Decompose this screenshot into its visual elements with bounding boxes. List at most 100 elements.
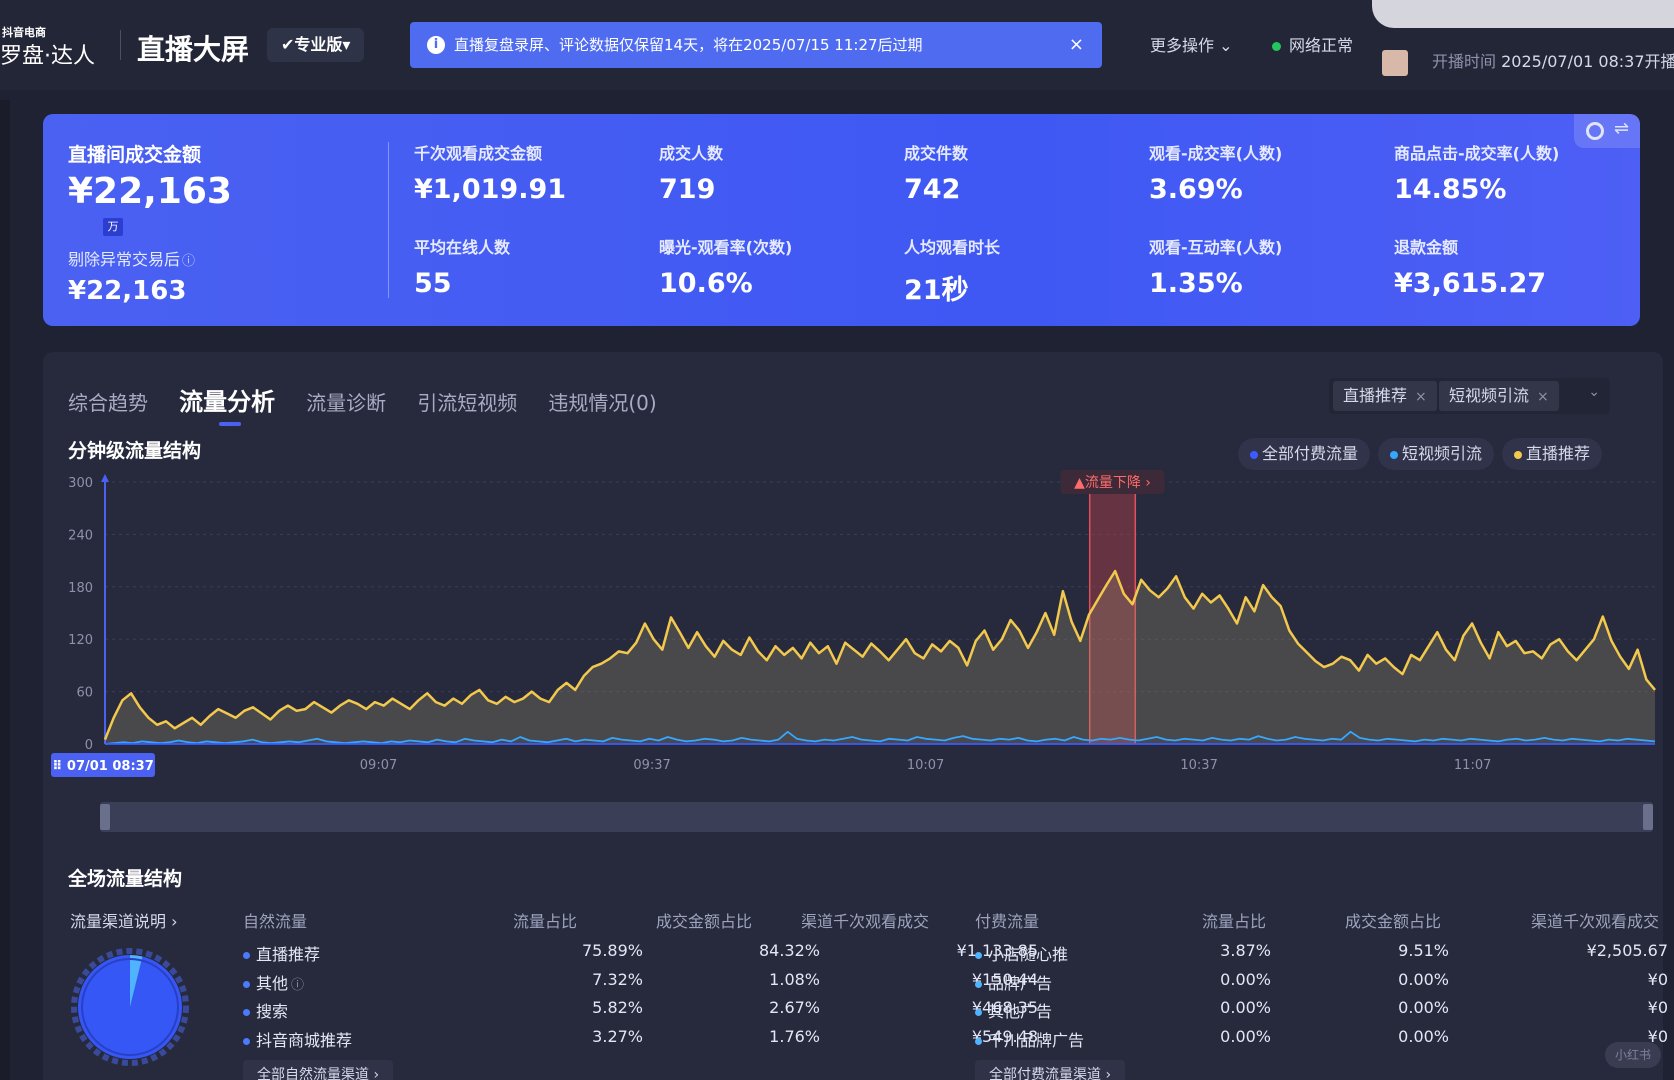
kpi-label: 退款金额 <box>1394 238 1459 257</box>
traffic-donut-chart <box>71 948 189 1066</box>
kpi-label: 成交件数 <box>904 144 969 163</box>
gear-icon[interactable] <box>1586 122 1604 140</box>
x-tick-label: 10:07 <box>907 758 944 773</box>
traffic-share: 75.89% <box>581 941 643 960</box>
y-tick-label: 0 <box>85 738 93 753</box>
gmv-share: 84.32% <box>758 941 820 960</box>
bullet-icon <box>975 981 982 988</box>
kpi-interaction-rate: 观看-互动率(人数) 1.35% <box>1149 234 1282 299</box>
kpi-label: 成交人数 <box>659 144 724 163</box>
table-row[interactable]: 其他广告 0.00% 0.00% ¥0 <box>975 998 1668 1022</box>
traffic-share: 3.27% <box>592 1027 643 1046</box>
caret-down-icon: ▾ <box>342 35 351 54</box>
gmv-share: 0.00% <box>1398 970 1449 989</box>
all-paid-channels-button[interactable]: 全部付费流量渠道 › <box>975 1060 1126 1080</box>
table-row[interactable]: 千川品牌广告 0.00% 0.00% ¥0 <box>975 1027 1668 1051</box>
status-dot-icon <box>1272 42 1281 51</box>
channel-name: 其他 ⓘ <box>243 970 304 994</box>
notice-text: 直播复盘录屏、评论数据仅保留14天，将在2025/07/15 11:27后过期 <box>454 36 923 54</box>
bullet-icon <box>243 1009 250 1016</box>
tab-overall-trend[interactable]: 综合趋势 <box>68 387 148 416</box>
kpi-label: 平均在线人数 <box>414 238 511 257</box>
kpi-label: 观看-互动率(人数) <box>1149 238 1283 257</box>
live-time-label: 开播时间 <box>1432 52 1497 71</box>
channel-name-text: 其他广告 <box>988 1002 1053 1021</box>
bullet-icon <box>975 1038 982 1045</box>
kpi-exposure-watch: 曝光-观看率(次数) 10.6% <box>659 234 792 299</box>
channel-help-link[interactable]: 流量渠道说明 › <box>70 908 178 932</box>
traffic-share: 0.00% <box>1220 998 1271 1017</box>
slider-handle-start[interactable] <box>100 804 110 830</box>
channel-gpm: ¥0 <box>1647 970 1668 989</box>
column-header: 渠道千次观看成交 <box>1531 912 1660 931</box>
help-icon[interactable]: ⓘ <box>291 978 304 993</box>
bullet-icon <box>975 1009 982 1016</box>
tab-bar: 综合趋势 流量分析 流量诊断 引流短视频 违规情况(0) <box>68 382 683 426</box>
tab-violations[interactable]: 违规情况(0) <box>548 387 656 416</box>
x-tick-label: 10:37 <box>1180 758 1217 773</box>
check-icon: ✔ <box>281 35 295 54</box>
channel-name-text: 直播推荐 <box>256 945 321 964</box>
y-tick-label: 60 <box>76 686 93 701</box>
table-row[interactable]: 抖音商城推荐 3.27% 1.76% ¥549.48 <box>243 1027 1038 1051</box>
slider-handle-end[interactable] <box>1643 804 1653 830</box>
kpi-value: 10.6% <box>659 268 753 299</box>
channel-name: 搜索 <box>243 998 288 1022</box>
bullet-icon <box>243 952 250 959</box>
column-header: 成交金额占比 <box>1345 912 1442 931</box>
bullet-icon <box>243 981 250 988</box>
channel-name-text: 其他 <box>256 974 289 993</box>
table-header: 自然流量 流量占比 成交金额占比 渠道千次观看成交 <box>243 908 933 932</box>
help-icon[interactable]: ⓘ <box>182 254 195 269</box>
traffic-drop-alert: ▲流量下降 › <box>1074 475 1151 491</box>
close-icon[interactable]: × <box>1415 389 1427 405</box>
kpi-avg-duration: 人均观看时长 21秒 <box>904 234 1000 307</box>
table-row[interactable]: 搜索 5.82% 2.67% ¥468.35 <box>243 998 1038 1022</box>
column-header: 成交金额占比 <box>656 912 753 931</box>
avatar <box>1382 50 1408 76</box>
kpi-label: 商品点击-成交率(人数) <box>1394 144 1560 163</box>
gmv-label: 直播间成交金额 <box>68 144 202 166</box>
traffic-share: 3.87% <box>1220 941 1271 960</box>
version-dropdown[interactable]: ✔专业版▾ <box>267 28 365 62</box>
swap-icon[interactable]: ⇌ <box>1614 118 1629 139</box>
overall-structure-title: 全场流量结构 <box>68 868 183 890</box>
table-row[interactable]: 其他 ⓘ 7.32% 1.08% ¥150.44 <box>243 970 1038 994</box>
brand-logo-text: 罗盘·达人 <box>0 44 95 69</box>
kpi-value: ¥1,019.91 <box>414 174 567 205</box>
table-row[interactable]: 直播推荐 75.89% 84.32% ¥1,133.85 <box>243 941 1038 965</box>
kpi-value: 1.35% <box>1149 268 1243 299</box>
gmv-share: 1.08% <box>769 970 820 989</box>
kpi-tools: ⇌ <box>1574 114 1640 148</box>
tab-traffic-analysis[interactable]: 流量分析 <box>179 382 275 426</box>
all-natural-channels-button[interactable]: 全部自然流量渠道 › <box>243 1060 394 1080</box>
channel-name: 千川品牌广告 <box>975 1027 1084 1051</box>
minute-traffic-chart[interactable]: 0 60 120 180 240 300 09:07 09:37 10:07 10:37 11:07… <box>43 452 1663 782</box>
channel-gpm: ¥2,505.67 <box>1586 941 1668 960</box>
table-row[interactable]: 小店随心推 3.87% 9.51% ¥2,505.67 <box>975 941 1668 965</box>
tab-traffic-diagnosis[interactable]: 流量诊断 <box>306 387 386 416</box>
expiry-notice-banner: i 直播复盘录屏、评论数据仅保留14天，将在2025/07/15 11:27后过… <box>410 22 1102 68</box>
table-row[interactable]: 品牌广告 0.00% 0.00% ¥0 <box>975 970 1668 994</box>
blurred-area <box>1372 0 1674 28</box>
kpi-value: 55 <box>414 268 452 299</box>
close-icon[interactable]: × <box>1537 389 1549 405</box>
bullet-icon <box>975 952 982 959</box>
time-range-slider[interactable] <box>100 802 1653 832</box>
analysis-panel: 综合趋势 流量分析 流量诊断 引流短视频 违规情况(0) 直播推荐 × 短视频引流… <box>43 352 1668 1080</box>
tab-short-video[interactable]: 引流短视频 <box>417 387 517 416</box>
kpi-value: 3.69% <box>1149 174 1243 205</box>
kpi-value: 719 <box>659 174 716 205</box>
kpi-label: 千次观看成交金额 <box>414 144 543 163</box>
channel-filter-select[interactable]: 直播推荐 × 短视频引流 × ⌄ <box>1329 378 1610 414</box>
x-tick-label: 11:07 <box>1454 758 1491 773</box>
live-start-time: 开播时间 2025/07/01 08:37开播, <box>1432 48 1674 72</box>
gmv-share: 0.00% <box>1398 1027 1449 1046</box>
chevron-down-icon[interactable]: ⌄ <box>1588 384 1600 400</box>
close-icon[interactable]: × <box>1069 22 1084 68</box>
info-icon: i <box>427 36 445 54</box>
more-actions-dropdown[interactable]: 更多操作 ⌄ <box>1150 32 1233 56</box>
watermark: 小红书 <box>1605 1042 1661 1068</box>
channel-name: 抖音商城推荐 <box>243 1027 352 1051</box>
column-header: 流量占比 <box>1202 912 1267 931</box>
